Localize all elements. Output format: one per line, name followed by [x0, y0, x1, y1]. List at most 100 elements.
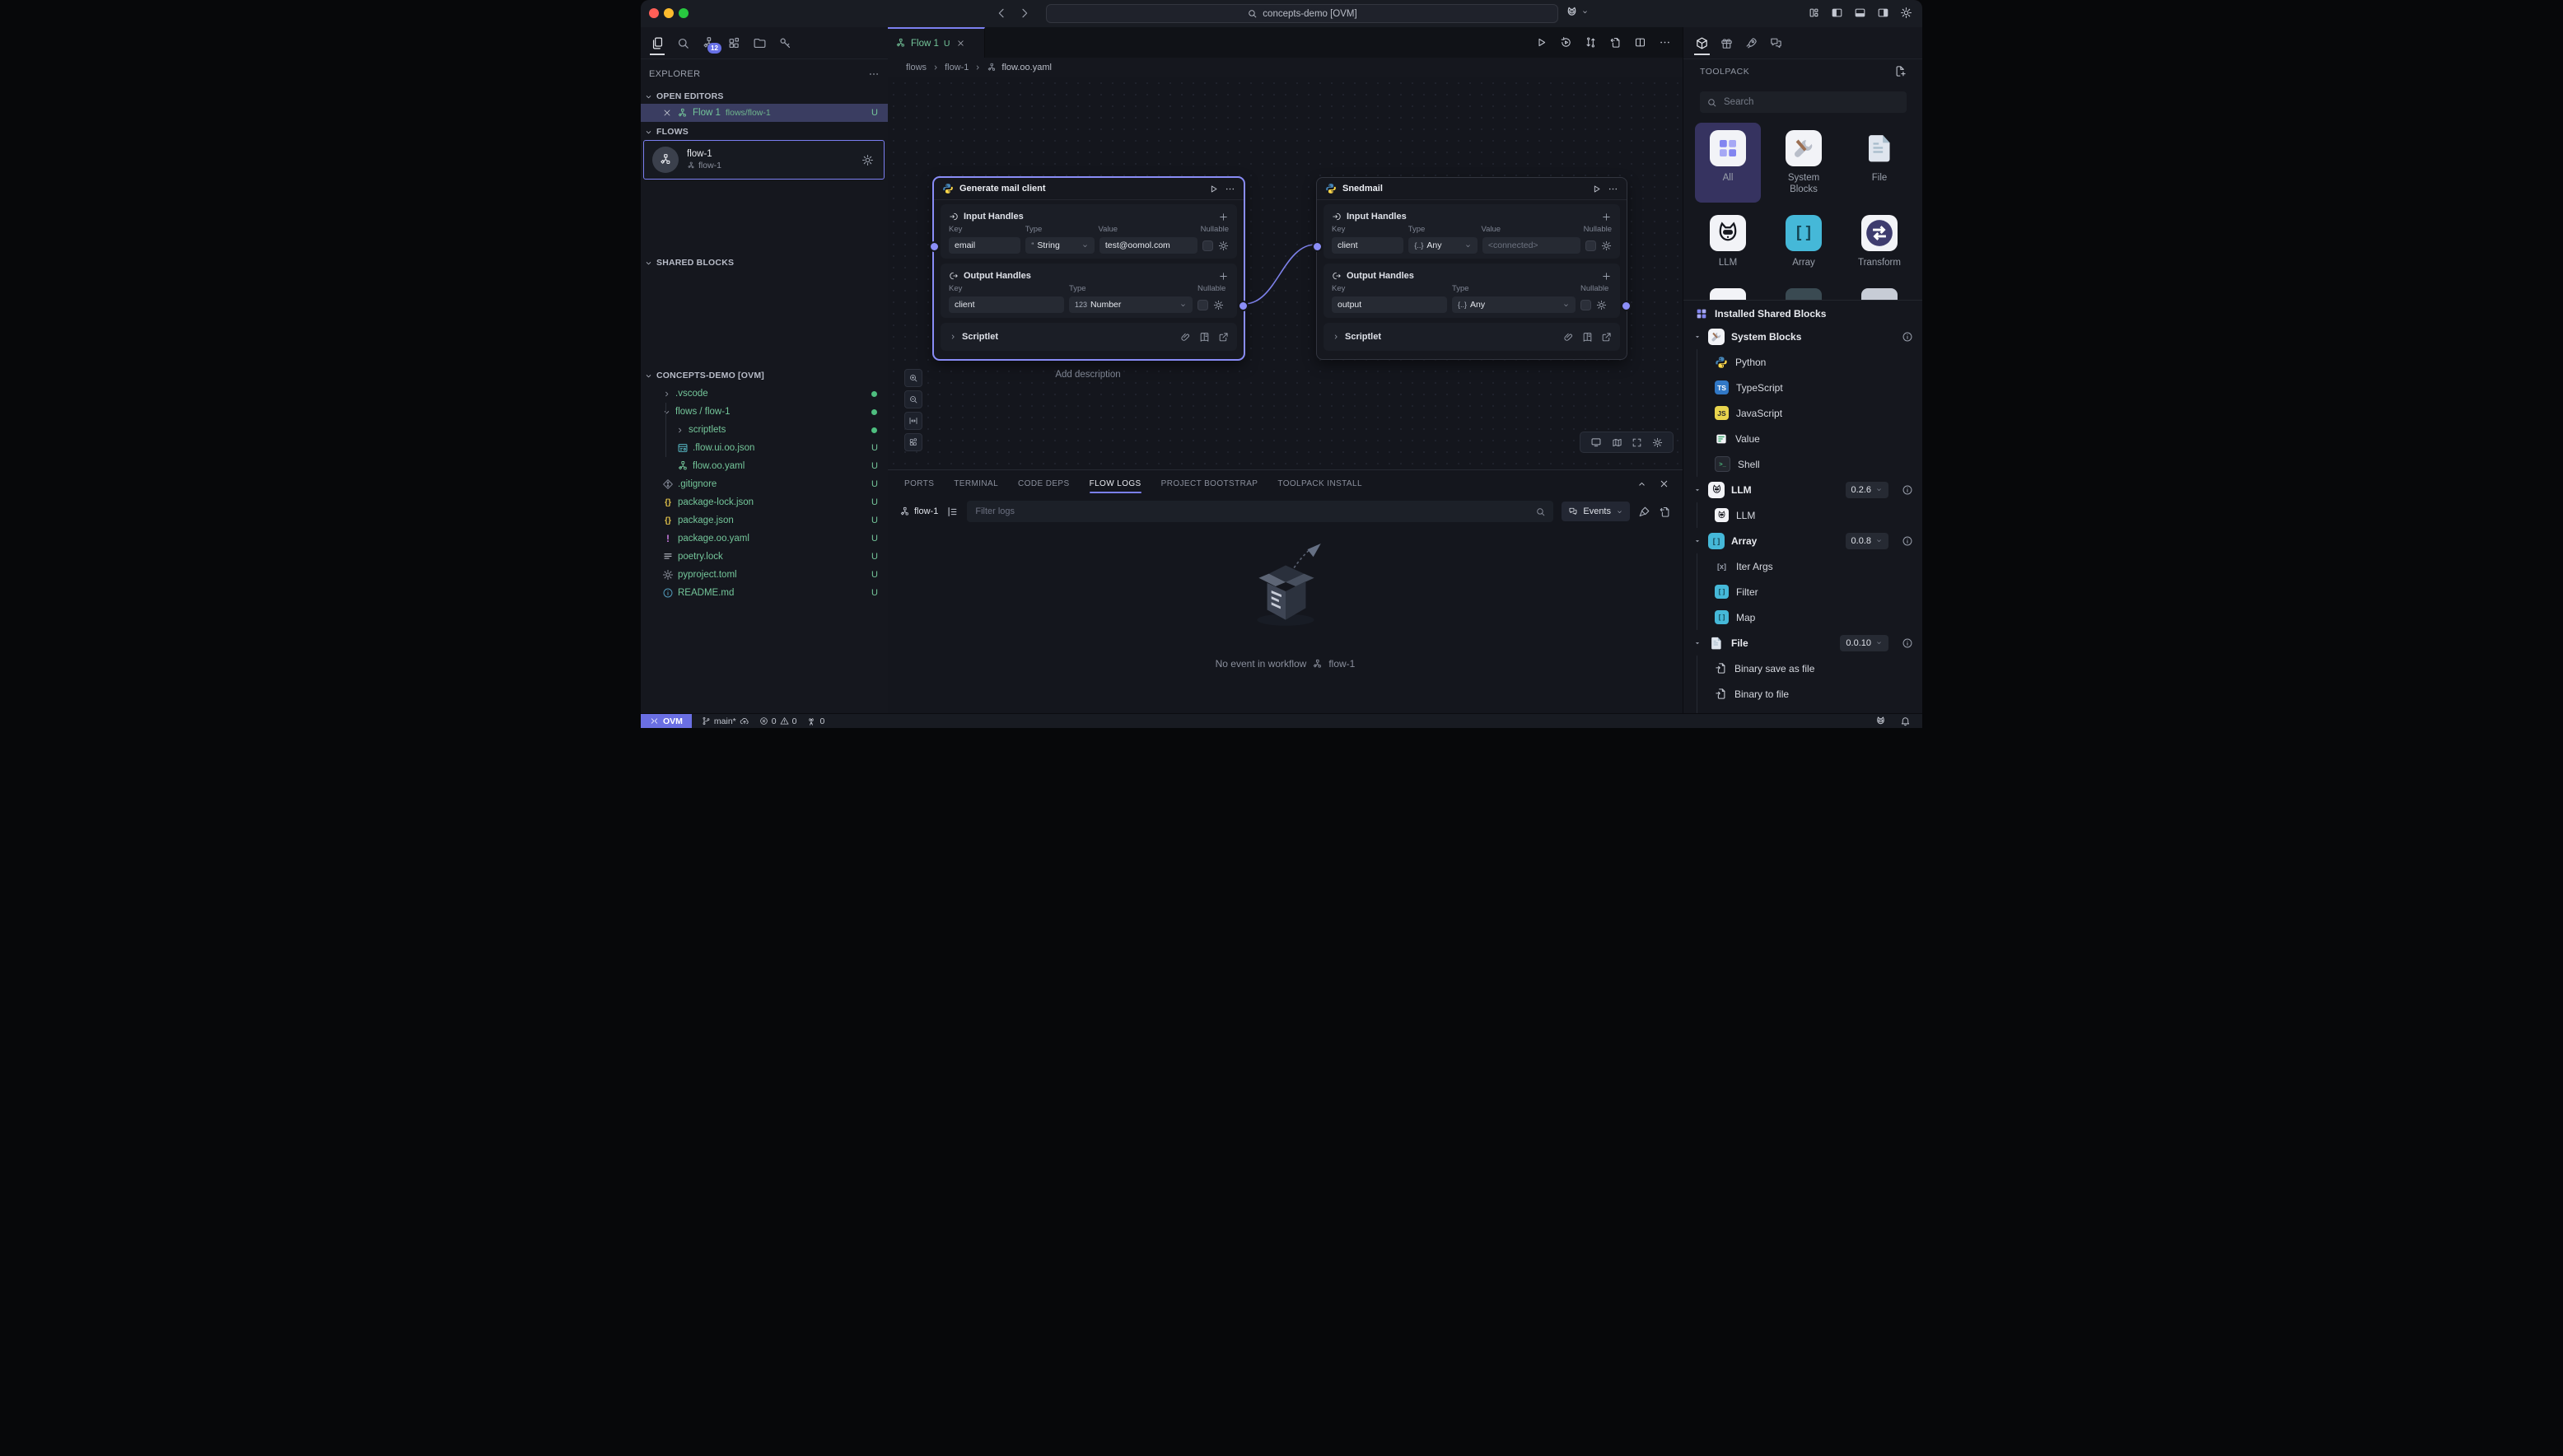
zoom-in-button[interactable]: [904, 369, 922, 387]
tree-item-pyproject[interactable]: pyproject.tomlU: [641, 566, 888, 584]
log-tree-toggle-icon[interactable]: [946, 506, 959, 518]
shared-blocks-section[interactable]: SHARED BLOCKS: [644, 258, 734, 268]
info-icon[interactable]: [1902, 637, 1913, 649]
breadcrumb-flows[interactable]: flows: [906, 63, 927, 72]
more-actions-icon[interactable]: [1659, 36, 1671, 49]
more-actions-icon[interactable]: [868, 68, 880, 80]
nullable-checkbox[interactable]: [1580, 300, 1591, 310]
tile-llm[interactable]: LLM: [1692, 215, 1763, 268]
layout-grid-button[interactable]: [904, 433, 922, 451]
run-flow-icon[interactable]: [1535, 36, 1548, 49]
input-type-select[interactable]: {..} Any: [1408, 237, 1477, 254]
input-port-email[interactable]: [929, 241, 940, 252]
attach-icon[interactable]: [1180, 332, 1191, 343]
block-filter[interactable]: [ ] Filter: [1683, 579, 1922, 604]
screen-view-icon[interactable]: [1590, 436, 1602, 448]
tree-item-readme[interactable]: README.mdU: [641, 584, 888, 602]
split-editor-icon[interactable]: [1634, 36, 1646, 49]
export-logs-icon[interactable]: [1659, 506, 1671, 518]
info-icon[interactable]: [1902, 484, 1913, 496]
window-close-button[interactable]: [649, 8, 659, 18]
handle-settings-gear-icon[interactable]: [1218, 240, 1229, 251]
output-key-field[interactable]: client: [949, 296, 1064, 313]
block-binary-save-as-file[interactable]: Binary save as file: [1683, 656, 1922, 681]
tree-item-vscode[interactable]: .vscode: [641, 385, 888, 403]
group-array[interactable]: [ ] Array 0.0.8: [1683, 528, 1922, 553]
settings-gear-icon[interactable]: [1900, 7, 1912, 19]
node-more-icon[interactable]: [1225, 184, 1235, 194]
group-file[interactable]: File 0.0.10: [1683, 630, 1922, 656]
block-javascript[interactable]: JS JavaScript: [1683, 400, 1922, 426]
tree-item-flow-ui-json[interactable]: .flow.ui.oo.jsonU: [641, 439, 888, 457]
block-map[interactable]: [ ] Map: [1683, 604, 1922, 630]
secrets-activity-icon[interactable]: [776, 30, 794, 55]
tree-item-flows-flow-1[interactable]: flows / flow-1: [641, 403, 888, 421]
tab-code-deps[interactable]: CODE DEPS: [1018, 470, 1070, 497]
node-more-icon[interactable]: [1608, 184, 1618, 194]
rewards-activity-icon[interactable]: [1720, 30, 1734, 55]
tree-item-package-lock[interactable]: {} package-lock.jsonU: [641, 493, 888, 511]
input-key-field[interactable]: email: [949, 237, 1020, 254]
open-external-icon[interactable]: [1218, 332, 1229, 343]
add-input-icon[interactable]: [1601, 212, 1612, 222]
block-python[interactable]: Python: [1683, 349, 1922, 375]
tree-item-poetry-lock[interactable]: poetry.lockU: [641, 548, 888, 566]
tree-item-package-oo-yaml[interactable]: ! package.oo.yamlU: [641, 530, 888, 548]
block-typescript[interactable]: TS TypeScript: [1683, 375, 1922, 400]
flow-canvas[interactable]: Generate mail client Input Handles Key T…: [888, 77, 1683, 469]
tab-terminal[interactable]: TERMINAL: [954, 470, 998, 497]
compare-icon[interactable]: [1585, 36, 1597, 49]
scriptlet-section[interactable]: Scriptlet: [1324, 323, 1620, 351]
info-icon[interactable]: [1902, 331, 1913, 343]
handle-settings-gear-icon[interactable]: [1213, 300, 1224, 310]
block-binary-to-file[interactable]: Binary to file: [1683, 681, 1922, 707]
tree-item-package-json[interactable]: {} package.jsonU: [641, 511, 888, 530]
folder-activity-icon[interactable]: [750, 30, 768, 55]
clear-logs-icon[interactable]: [1638, 506, 1650, 518]
filter-logs-input[interactable]: [967, 506, 1535, 516]
command-center-search[interactable]: concepts-demo [OVM]: [1046, 4, 1558, 23]
run-node-icon[interactable]: [1208, 184, 1219, 194]
tile-file[interactable]: File: [1844, 130, 1915, 184]
block-value[interactable]: Value: [1683, 426, 1922, 451]
open-editor-item[interactable]: Flow 1 flows/flow-1 U: [641, 104, 888, 122]
tree-item-scriptlets[interactable]: scriptlets: [641, 421, 888, 439]
toolpack-activity-icon[interactable]: [1695, 30, 1709, 55]
nullable-checkbox[interactable]: [1585, 240, 1596, 251]
node-snedmail[interactable]: Snedmail Input Handles Key Type Value Nu…: [1316, 177, 1627, 360]
node-header[interactable]: Snedmail: [1317, 178, 1627, 200]
tile-array[interactable]: [ ] Array: [1768, 215, 1839, 268]
flow-settings-gear-icon[interactable]: [861, 154, 874, 166]
new-toolpack-icon[interactable]: [1894, 65, 1907, 77]
tree-item-flow-yaml[interactable]: flow.oo.yamlU: [641, 457, 888, 475]
handle-settings-gear-icon[interactable]: [1601, 240, 1612, 251]
handle-settings-gear-icon[interactable]: [1596, 300, 1607, 310]
tab-toolpack-install[interactable]: TOOLPACK INSTALL: [1277, 470, 1362, 497]
minimap-icon[interactable]: [1612, 437, 1622, 448]
explorer-activity-icon[interactable]: [648, 30, 666, 55]
feedback-activity-icon[interactable]: [1769, 30, 1783, 55]
project-section[interactable]: CONCEPTS-DEMO [OVM]: [644, 371, 764, 380]
output-key-field[interactable]: output: [1332, 296, 1447, 313]
version-select[interactable]: 0.2.6: [1846, 482, 1888, 498]
customize-layout-icon[interactable]: [1808, 7, 1820, 19]
toggle-panel-icon[interactable]: [1854, 7, 1866, 19]
toolpack-search-input[interactable]: [1722, 96, 1900, 108]
tab-flow-1[interactable]: Flow 1 U: [888, 27, 985, 58]
node-generate-mail-client[interactable]: Generate mail client Input Handles Key T…: [933, 177, 1244, 360]
remote-indicator[interactable]: OVM: [641, 714, 692, 728]
git-branch-status[interactable]: main*: [702, 716, 749, 726]
tab-flow-logs[interactable]: FLOW LOGS: [1090, 470, 1141, 497]
input-type-select[interactable]: “ String: [1025, 237, 1094, 254]
breadcrumb-flow-1[interactable]: flow-1: [945, 63, 969, 72]
flows-section[interactable]: FLOWS: [644, 127, 689, 137]
input-value-field[interactable]: test@oomol.com: [1099, 237, 1197, 254]
open-editors-section[interactable]: OPEN EDITORS: [644, 91, 724, 101]
node-header[interactable]: Generate mail client: [934, 178, 1244, 200]
mascot-icon[interactable]: [1874, 715, 1887, 727]
fit-width-button[interactable]: [904, 412, 922, 430]
tab-project-bootstrap[interactable]: PROJECT BOOTSTRAP: [1161, 470, 1258, 497]
forward-icon[interactable]: [1018, 7, 1031, 20]
close-panel-icon[interactable]: [1659, 478, 1669, 489]
flow-scope-chip[interactable]: flow-1: [899, 506, 938, 517]
